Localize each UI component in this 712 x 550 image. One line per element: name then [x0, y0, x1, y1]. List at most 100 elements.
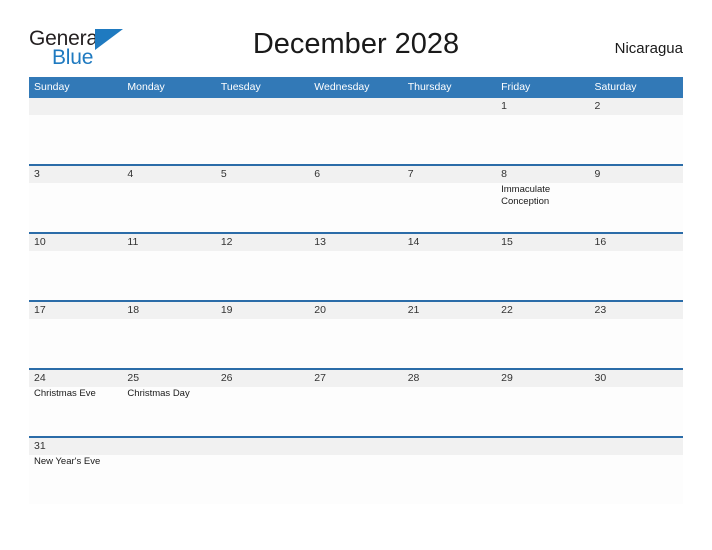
day-number[interactable]: 4	[122, 166, 215, 183]
day-number[interactable]: 23	[590, 302, 683, 319]
day-events[interactable]: Christmas Day	[122, 387, 215, 436]
calendar-week-row: 12	[29, 98, 683, 164]
day-number[interactable]: 6	[309, 166, 402, 183]
day-events-empty	[122, 115, 215, 164]
day-events-empty	[309, 319, 402, 368]
country-label: Nicaragua	[614, 40, 683, 57]
day-number[interactable]: 29	[496, 370, 589, 387]
day-number[interactable]: 13	[309, 234, 402, 251]
weekday-header-row: Sunday Monday Tuesday Wednesday Thursday…	[29, 77, 683, 98]
weekday-header-saturday: Saturday	[594, 81, 637, 93]
day-number[interactable]: 11	[122, 234, 215, 251]
event-row	[29, 251, 683, 300]
holiday-label: Immaculate Conception	[501, 184, 551, 207]
calendar-week-row: 10 11 12 13 14 15 16	[29, 232, 683, 300]
day-events-empty	[590, 455, 683, 504]
day-number[interactable]: 8	[496, 166, 589, 183]
day-number[interactable]: 2	[590, 98, 683, 115]
day-events-empty	[496, 251, 589, 300]
event-row	[29, 319, 683, 368]
day-events-empty	[29, 183, 122, 232]
day-events[interactable]: New Year's Eve	[29, 455, 122, 504]
day-number[interactable]: 31	[29, 438, 122, 455]
event-row: New Year's Eve	[29, 455, 683, 504]
day-events-empty	[403, 387, 496, 436]
day-events-empty	[403, 455, 496, 504]
day-number[interactable]: 16	[590, 234, 683, 251]
weekday-header-wednesday: Wednesday	[314, 81, 370, 93]
calendar-week-row: 17 18 19 20 21 22 23	[29, 300, 683, 368]
day-events-empty	[216, 183, 309, 232]
day-number-empty	[496, 438, 589, 455]
day-number-empty	[590, 438, 683, 455]
day-events-empty	[29, 115, 122, 164]
date-number-row: 17 18 19 20 21 22 23	[29, 302, 683, 319]
day-events-empty	[590, 319, 683, 368]
day-number[interactable]: 7	[403, 166, 496, 183]
day-number[interactable]: 25	[122, 370, 215, 387]
day-events-empty	[403, 251, 496, 300]
day-number-empty	[309, 98, 402, 115]
day-events-empty	[403, 115, 496, 164]
day-number[interactable]: 30	[590, 370, 683, 387]
event-row: Christmas Eve Christmas Day	[29, 387, 683, 436]
weekday-header-thursday: Thursday	[407, 81, 452, 93]
day-number[interactable]: 9	[590, 166, 683, 183]
day-number[interactable]: 5	[216, 166, 309, 183]
calendar-week-row: 24 25 26 27 28 29 30 Christmas Eve Christmas Day	[29, 368, 683, 436]
day-number-empty	[122, 98, 215, 115]
calendar-grid: Sunday Monday Tuesday Wednesday Thursday…	[29, 77, 683, 504]
holiday-label: Christmas Eve	[34, 388, 96, 399]
holiday-label: Christmas Day	[127, 388, 190, 399]
day-events-empty	[309, 115, 402, 164]
day-number[interactable]: 27	[309, 370, 402, 387]
day-number[interactable]: 18	[122, 302, 215, 319]
day-number[interactable]: 20	[309, 302, 402, 319]
day-number[interactable]: 21	[403, 302, 496, 319]
day-number[interactable]: 24	[29, 370, 122, 387]
day-events-empty	[216, 251, 309, 300]
calendar-week-row: 31 New Year's Eve	[29, 436, 683, 504]
day-events[interactable]: Immaculate Conception	[496, 183, 589, 232]
day-events-empty	[216, 455, 309, 504]
day-number-empty	[309, 438, 402, 455]
weekday-header-monday: Monday	[127, 81, 165, 93]
day-number[interactable]: 28	[403, 370, 496, 387]
day-number[interactable]: 17	[29, 302, 122, 319]
day-number[interactable]: 3	[29, 166, 122, 183]
day-events-empty	[216, 115, 309, 164]
day-number[interactable]: 10	[29, 234, 122, 251]
event-row: Immaculate Conception	[29, 183, 683, 232]
day-events-empty	[590, 251, 683, 300]
day-events-empty	[29, 251, 122, 300]
day-number[interactable]: 26	[216, 370, 309, 387]
day-number-empty	[216, 438, 309, 455]
day-number[interactable]: 12	[216, 234, 309, 251]
day-number[interactable]: 1	[496, 98, 589, 115]
day-events-empty	[403, 319, 496, 368]
day-number-empty	[403, 98, 496, 115]
date-number-row: 10 11 12 13 14 15 16	[29, 234, 683, 251]
date-number-row: 24 25 26 27 28 29 30	[29, 370, 683, 387]
day-events-empty	[496, 115, 589, 164]
day-events-empty	[216, 387, 309, 436]
day-events-empty	[403, 183, 496, 232]
day-events[interactable]: Christmas Eve	[29, 387, 122, 436]
calendar-week-row: 3 4 5 6 7 8 9 Immaculate Conception	[29, 164, 683, 232]
day-number-empty	[216, 98, 309, 115]
day-number[interactable]: 22	[496, 302, 589, 319]
date-number-row: 3456789	[29, 166, 683, 183]
day-events-empty	[29, 319, 122, 368]
day-events-empty	[309, 251, 402, 300]
date-number-row: 12	[29, 98, 683, 115]
day-number[interactable]: 15	[496, 234, 589, 251]
day-events-empty	[496, 387, 589, 436]
day-events-empty	[590, 115, 683, 164]
holiday-label: New Year's Eve	[34, 456, 101, 467]
day-events-empty	[122, 455, 215, 504]
page-title: December 2028	[252, 28, 460, 60]
day-number[interactable]: 19	[216, 302, 309, 319]
weekday-header-sunday: Sunday	[34, 81, 70, 93]
day-number[interactable]: 14	[403, 234, 496, 251]
day-events-empty	[496, 319, 589, 368]
